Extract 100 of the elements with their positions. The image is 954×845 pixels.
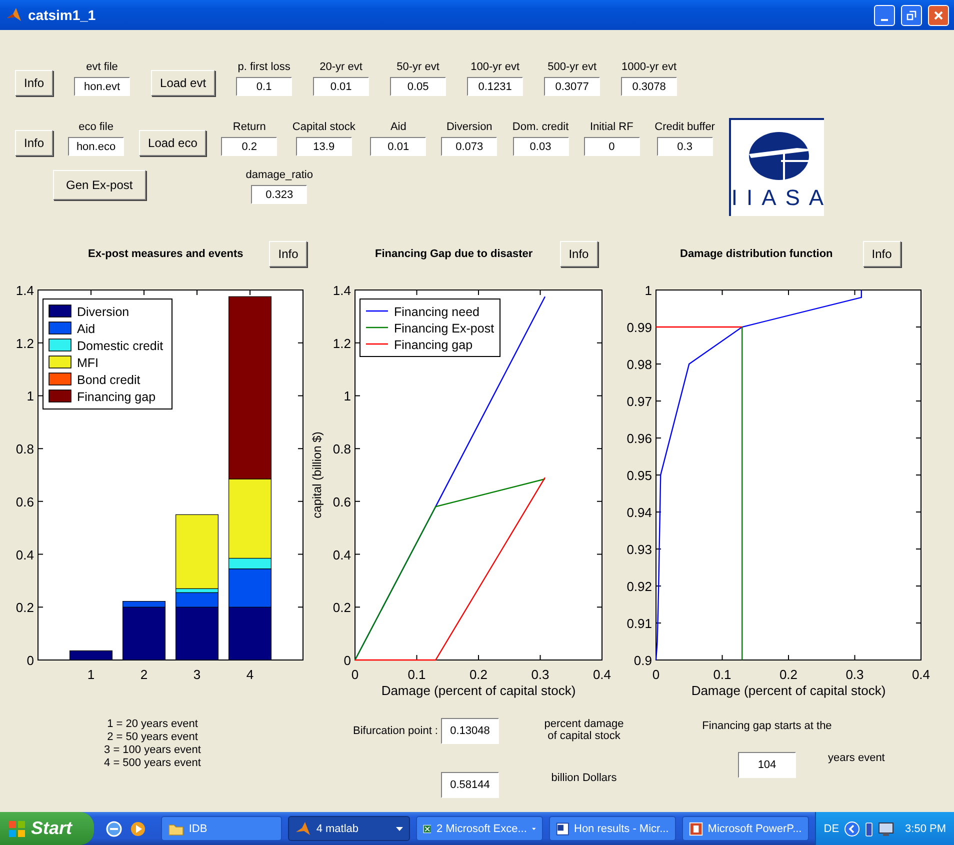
input-field[interactable]: 0.073 (441, 137, 498, 156)
windows-flag-icon (8, 820, 26, 838)
close-icon (933, 10, 944, 20)
monitor-icon[interactable] (878, 820, 894, 836)
tick-label: 0.4 (16, 547, 34, 562)
media-player-icon[interactable] (130, 820, 146, 836)
field-label: Capital stock (292, 121, 356, 133)
input-field[interactable]: 0.01 (370, 137, 426, 156)
push-button[interactable]: Load eco (139, 130, 206, 156)
tick-label: 0.2 (332, 600, 351, 616)
tick-label: 0.91 (626, 616, 652, 631)
restore-button[interactable] (901, 4, 922, 26)
field-label: Return (232, 121, 266, 133)
tick-label: 1.4 (332, 283, 351, 298)
legend-label: Financing Ex-post (394, 322, 494, 336)
info-button[interactable]: Info (862, 241, 901, 267)
presentation-icon (688, 820, 703, 836)
input-field[interactable]: hon.evt (74, 77, 130, 96)
tick-label: 0.6 (16, 494, 34, 510)
taskbar-button[interactable]: 4 matlab (288, 816, 410, 841)
chevron-icon[interactable] (844, 820, 860, 836)
caption-text: Financing gap starts at the (701, 719, 833, 732)
tick-label: 0.3 (846, 667, 864, 682)
legend-label: Financing gap (77, 390, 156, 404)
tick-label: 4 (246, 667, 254, 682)
tick-label: 0 (652, 667, 660, 682)
input-field[interactable]: 0.03 (512, 137, 569, 156)
taskbar-button[interactable]: IDB (160, 816, 282, 841)
taskbar-button[interactable]: 2 Microsoft Exce... (416, 816, 543, 841)
field-label: damage_ratio (246, 169, 313, 181)
bar (70, 650, 112, 660)
field-label: 50-yr evt (396, 61, 440, 73)
input-field[interactable]: 0.05 (390, 77, 446, 96)
tick-label: 0.4 (592, 667, 612, 682)
legend-note: 4 = 500 years event (104, 757, 201, 770)
input-field[interactable]: 0.2 (221, 137, 278, 156)
legend-label: Aid (77, 322, 96, 336)
push-button[interactable]: Load evt (151, 70, 216, 96)
tick-label: 0.99 (626, 320, 652, 335)
legend-label: Financing need (394, 305, 480, 319)
tick-label: 0.4 (332, 547, 351, 562)
field-label: evt file (86, 61, 118, 73)
push-button[interactable]: Info (15, 70, 54, 96)
field-label: eco file (78, 121, 114, 133)
tick-label: 0 (351, 667, 359, 682)
input-field[interactable]: 13.9 (296, 137, 352, 156)
input-field[interactable]: hon.eco (68, 137, 124, 156)
input-field[interactable]: 0.3077 (544, 77, 600, 96)
input-field[interactable]: 0.3078 (621, 77, 678, 96)
logo-text: IIASA (731, 186, 833, 210)
tick-label: 0 (344, 653, 351, 668)
field-label: Initial RF (590, 121, 634, 133)
tick-label: 0.93 (626, 542, 652, 557)
output-field: 0.58144 (441, 772, 499, 798)
tick-label: 1 (87, 667, 95, 682)
field-label: Credit buffer (654, 121, 715, 133)
tick-label: 1 (26, 388, 34, 404)
legend-note: 3 = 100 years event (104, 744, 201, 757)
minimize-icon (881, 18, 888, 20)
tick-label: 0.94 (626, 505, 652, 520)
input-field[interactable]: 0.3 (656, 137, 713, 156)
restore-icon (906, 10, 917, 20)
tick-label: 2 (140, 667, 148, 682)
field-label: Dom. credit (512, 121, 569, 133)
push-button[interactable]: Gen Ex-post (53, 170, 146, 200)
close-button[interactable] (928, 4, 949, 26)
tick-label: 0.96 (626, 431, 652, 446)
clock: 3:50 PM (905, 822, 946, 834)
bar (228, 606, 272, 660)
field-label: 20-yr evt (320, 61, 362, 73)
language-indicator[interactable]: DE (824, 822, 840, 834)
matlab-icon (295, 820, 312, 836)
tick-label: 0.2 (469, 667, 488, 682)
minimize-button[interactable] (874, 4, 895, 26)
tick-label: 0 (26, 653, 34, 668)
taskbar-button[interactable]: Microsoft PowerP... (682, 816, 809, 841)
window-title: catsim1_1 (28, 7, 97, 23)
tick-label: 0.92 (626, 579, 652, 594)
tick-label: 0.95 (626, 468, 652, 483)
taskbar-button[interactable]: Hon results - Micr... (548, 816, 676, 841)
input-field[interactable]: 0.1 (236, 77, 292, 96)
tick-label: 0.8 (16, 442, 34, 457)
info-button[interactable]: Info (560, 241, 598, 267)
field-label: p. first loss (238, 61, 290, 73)
info-button[interactable]: Info (269, 241, 308, 267)
tick-label: 1.2 (332, 336, 351, 351)
legend-label: Diversion (77, 305, 130, 319)
push-button[interactable]: Info (15, 130, 54, 156)
output-field: 0.13048 (441, 718, 499, 744)
tick-label: 0.9 (634, 653, 652, 668)
input-field[interactable]: 0.323 (251, 185, 308, 204)
input-field[interactable]: 0.01 (313, 77, 370, 96)
input-field[interactable]: 0.1231 (467, 77, 524, 96)
legend-label: MFI (77, 356, 99, 370)
tick-label: 1 (644, 283, 652, 298)
tick-label: 0.2 (779, 667, 798, 682)
input-field[interactable]: 0 (584, 137, 640, 156)
unit-label: percent damage of capital stock (543, 718, 625, 742)
tick-label: 0.98 (626, 357, 652, 372)
unit-label: billion Dollars (550, 772, 618, 784)
